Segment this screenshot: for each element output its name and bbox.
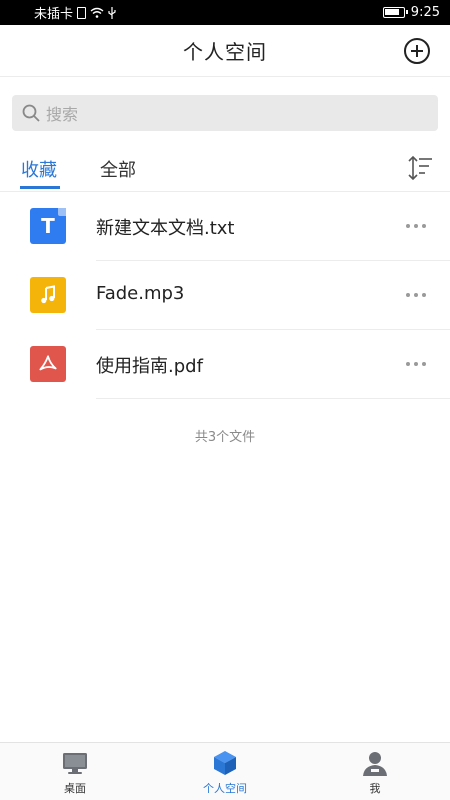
sort-icon[interactable] bbox=[406, 154, 434, 182]
file-row[interactable]: T 新建文本文档.txt bbox=[0, 192, 450, 261]
battery-icon bbox=[382, 7, 408, 18]
file-name: Fade.mp3 bbox=[96, 283, 185, 304]
monitor-icon bbox=[63, 753, 87, 774]
wifi-icon bbox=[90, 7, 104, 18]
search-placeholder: 搜索 bbox=[46, 105, 79, 124]
usb-icon bbox=[108, 6, 116, 19]
file-name: 新建文本文档.txt bbox=[96, 218, 235, 239]
nav-desktop[interactable]: 桌面 bbox=[0, 743, 150, 800]
file-row[interactable]: 使用指南.pdf bbox=[0, 330, 450, 399]
file-row[interactable]: Fade.mp3 bbox=[0, 261, 450, 330]
status-bar: 未插卡 9:25 bbox=[0, 0, 450, 25]
more-options-button[interactable] bbox=[406, 218, 428, 234]
app-header: 个人空间 bbox=[0, 25, 450, 77]
file-count: 共3个文件 bbox=[194, 430, 256, 445]
nav-me[interactable]: 我 bbox=[300, 743, 450, 800]
nav-personal-space[interactable]: 个人空间 bbox=[150, 743, 300, 800]
tab-active-indicator bbox=[20, 186, 60, 189]
music-file-icon bbox=[30, 277, 66, 313]
bottom-nav: 桌面 个人空间 我 bbox=[0, 742, 450, 800]
more-options-button[interactable] bbox=[406, 287, 428, 303]
add-button[interactable] bbox=[404, 38, 430, 64]
nav-label: 我 bbox=[369, 782, 381, 795]
status-left: 未插卡 bbox=[34, 3, 116, 22]
page-title: 个人空间 bbox=[183, 40, 267, 64]
file-name: 使用指南.pdf bbox=[96, 356, 203, 377]
cube-icon bbox=[214, 751, 236, 775]
pdf-file-icon bbox=[30, 346, 66, 382]
clock: 9:25 bbox=[410, 5, 440, 20]
carrier-label: 未插卡 bbox=[34, 7, 74, 22]
search-icon bbox=[22, 104, 40, 122]
status-right: 9:25 bbox=[382, 5, 440, 20]
more-options-button[interactable] bbox=[406, 356, 428, 372]
tab-favorites[interactable]: 收藏 bbox=[21, 156, 57, 182]
nav-label: 个人空间 bbox=[203, 782, 247, 795]
divider bbox=[96, 398, 450, 399]
text-file-icon: T bbox=[30, 208, 66, 244]
search-input[interactable]: 搜索 bbox=[12, 95, 438, 131]
tab-all[interactable]: 全部 bbox=[100, 156, 136, 182]
tab-bar: 收藏 全部 bbox=[0, 146, 450, 192]
nav-label: 桌面 bbox=[64, 782, 86, 795]
sim-icon bbox=[77, 6, 87, 19]
person-icon bbox=[363, 752, 387, 776]
